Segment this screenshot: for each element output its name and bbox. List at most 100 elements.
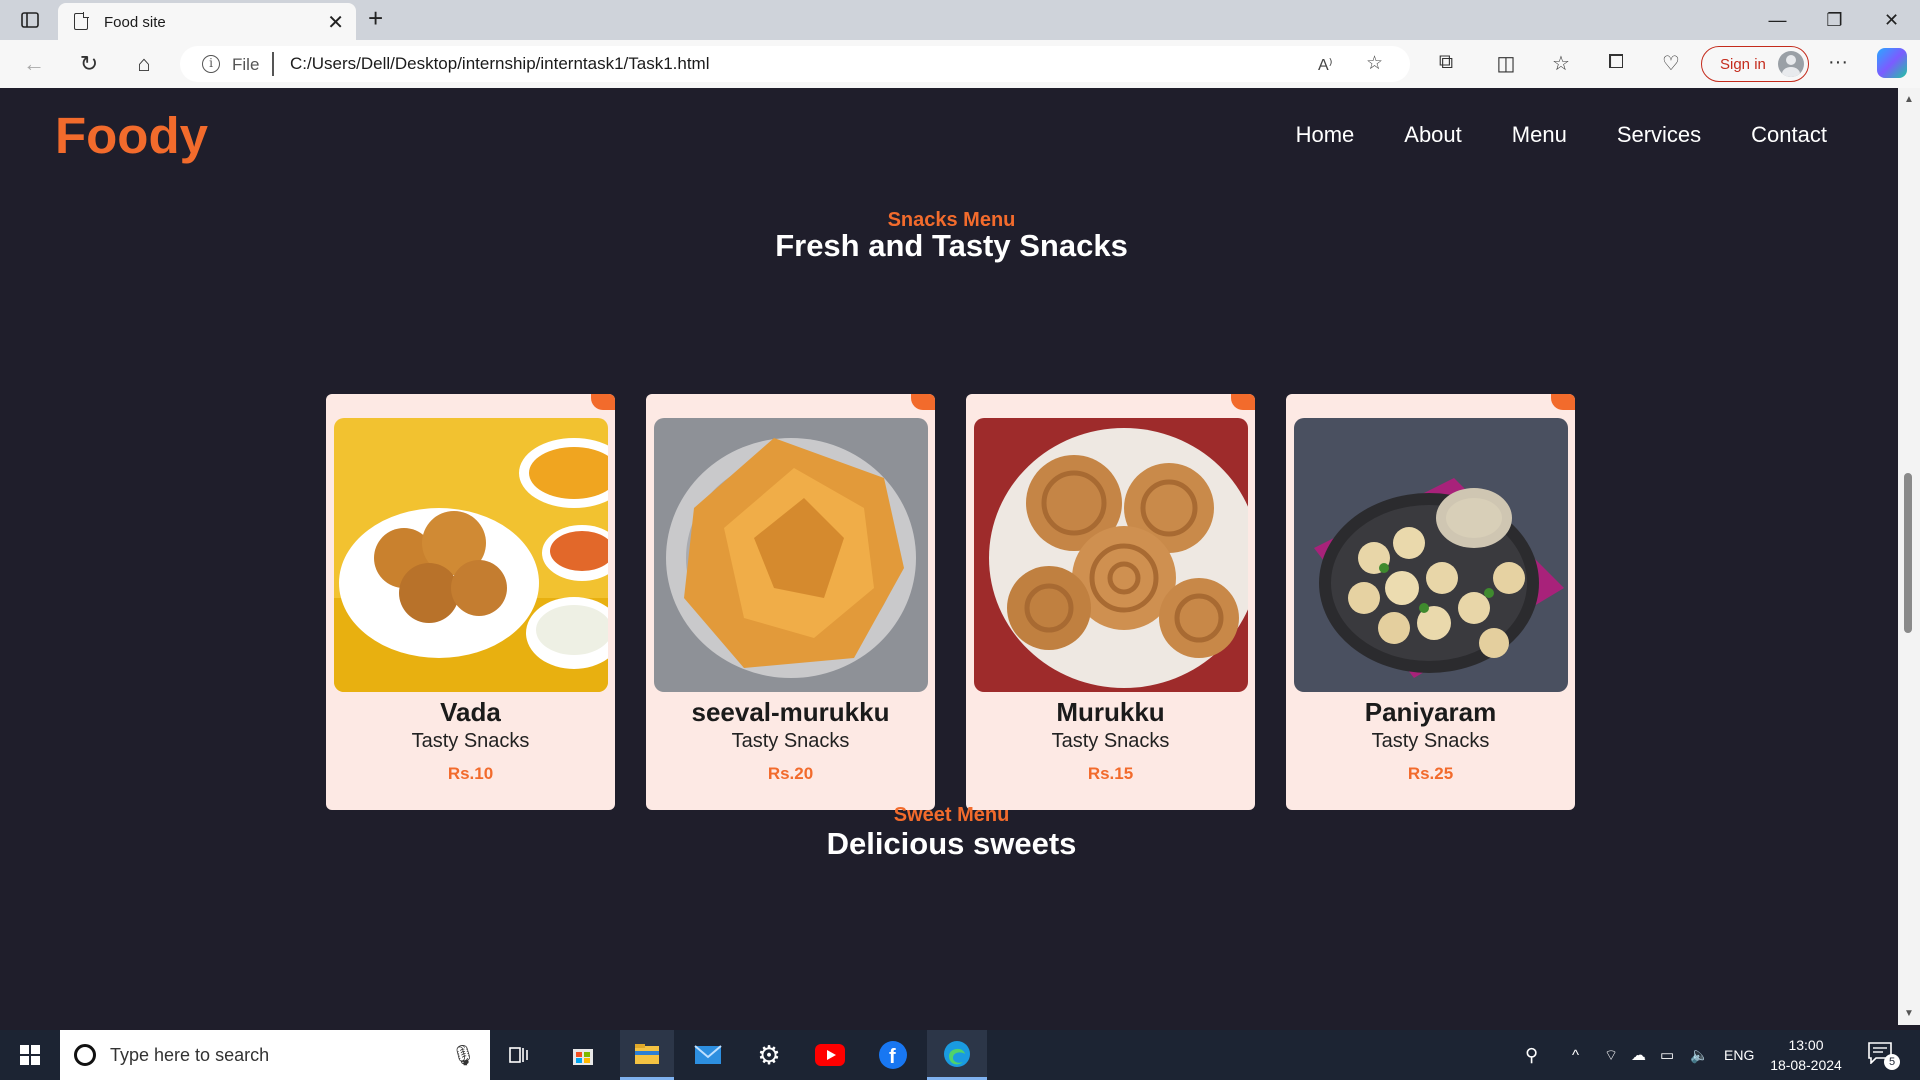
favorites-icon[interactable]: ☆ (1546, 51, 1576, 76)
windows-taskbar: Type here to search 🎙 ⚙ f ⚲ ^ ⌔ ☁ ▭ 🔈 EN… (0, 1030, 1920, 1080)
nav-services-link[interactable]: Services (1617, 122, 1701, 148)
paniyaram-image (1294, 418, 1568, 692)
sidebar-toggle-icon[interactable] (14, 8, 46, 32)
site-nav: Home About Menu Services Contact (1296, 122, 1827, 148)
snack-card[interactable]: Vada Tasty Snacks Rs.10 (326, 394, 615, 810)
snack-name: Vada (440, 697, 501, 727)
scroll-down-icon[interactable]: ▼ (1904, 1008, 1914, 1019)
site-header: Foody Home About Menu Services Contact (5, 88, 1898, 178)
address-separator (272, 52, 274, 76)
favorite-star-icon[interactable]: ☆ (1366, 52, 1383, 75)
snack-description: Tasty Snacks (731, 730, 850, 752)
clock-time: 13:00 (1788, 1037, 1824, 1053)
snack-description: Tasty Snacks (1051, 730, 1170, 752)
address-bar[interactable]: i File C:/Users/Dell/Desktop/internship/… (180, 46, 1410, 82)
youtube-icon[interactable] (803, 1030, 857, 1080)
sign-in-label: Sign in (1720, 56, 1766, 73)
taskbar-search-input[interactable]: Type here to search 🎙 (60, 1030, 490, 1080)
onedrive-icon[interactable]: ☁ (1631, 1030, 1646, 1080)
task-view-icon[interactable] (492, 1030, 546, 1080)
tab-title: Food site (104, 14, 166, 31)
close-window-icon[interactable]: ✕ (1863, 0, 1920, 40)
notification-count-badge: 5 (1884, 1054, 1900, 1070)
mail-icon[interactable] (681, 1030, 735, 1080)
taskbar-clock[interactable]: 13:00 18-08-2024 (1766, 1035, 1846, 1075)
microsoft-store-icon[interactable] (556, 1030, 610, 1080)
nav-contact-link[interactable]: Contact (1751, 122, 1827, 148)
cortana-icon (74, 1044, 96, 1066)
settings-gear-icon[interactable]: ⚙ (742, 1030, 796, 1080)
volume-icon[interactable]: 🔈 (1690, 1030, 1709, 1080)
collections-icon[interactable]: ⧠ (1601, 51, 1631, 74)
snacks-title: Fresh and Tasty Snacks (775, 228, 1128, 263)
card-corner-accent (591, 394, 615, 410)
nav-home-link[interactable]: Home (1296, 122, 1355, 148)
sweets-subtitle: Sweet Menu (893, 804, 1010, 826)
card-corner-accent (1231, 394, 1255, 410)
snack-description: Tasty Snacks (1371, 730, 1490, 752)
browser-tab[interactable]: Food site ✕ (58, 3, 356, 40)
back-icon[interactable]: ← (18, 50, 50, 78)
snack-description: Tasty Snacks (411, 730, 530, 752)
notification-center-icon[interactable]: 5 (1868, 1042, 1900, 1070)
file-explorer-icon[interactable] (620, 1030, 674, 1080)
snack-price: Rs.15 (1087, 764, 1134, 783)
people-icon[interactable]: ⚲ (1525, 1030, 1538, 1080)
taskbar-search-placeholder: Type here to search (110, 1045, 270, 1065)
restore-icon[interactable]: ❐ (1806, 0, 1863, 40)
murukku-image (974, 418, 1248, 692)
language-indicator[interactable]: ENG (1724, 1030, 1754, 1080)
snack-name: seeval-murukku (691, 697, 890, 727)
facebook-icon[interactable]: f (866, 1030, 920, 1080)
browser-essentials-icon[interactable]: ♡ (1656, 51, 1686, 76)
avatar-icon (1778, 51, 1804, 77)
snack-price: Rs.10 (447, 764, 494, 783)
sign-in-button[interactable]: Sign in (1701, 46, 1809, 82)
card-corner-accent (911, 394, 935, 410)
split-screen-icon[interactable]: ◫ (1491, 51, 1521, 76)
sweets-title: Delicious sweets (826, 826, 1077, 861)
scroll-up-icon[interactable]: ▲ (1904, 94, 1914, 105)
nav-menu-link[interactable]: Menu (1512, 122, 1567, 148)
window-controls: — ❐ ✕ (1749, 0, 1920, 40)
close-tab-icon[interactable]: ✕ (327, 10, 344, 35)
address-url[interactable]: C:/Users/Dell/Desktop/internship/internt… (290, 54, 710, 74)
minimize-icon[interactable]: — (1749, 0, 1806, 40)
new-tab-icon[interactable]: + (368, 3, 383, 34)
refresh-icon[interactable]: ↻ (73, 50, 105, 78)
extensions-icon[interactable]: ⧉ (1431, 51, 1461, 74)
nav-about-link[interactable]: About (1404, 122, 1462, 148)
snack-name: Paniyaram (1364, 697, 1497, 727)
vada-image (334, 418, 608, 692)
wifi-icon[interactable]: ⌔ (1604, 1030, 1618, 1080)
address-scheme: File (232, 55, 260, 74)
page-scrollbar[interactable]: ▲ ▼ (1898, 88, 1920, 1025)
page-viewport: Foody Home About Menu Services Contact S… (5, 88, 1898, 1025)
snacks-card-list: Vada Tasty Snacks Rs.10 seeval-murukku T… (326, 394, 1575, 810)
home-icon[interactable]: ⌂ (128, 50, 160, 78)
snack-name: Murukku (1056, 697, 1165, 727)
svg-text:f: f (889, 1046, 896, 1068)
copilot-icon[interactable] (1877, 48, 1907, 78)
edge-browser-icon[interactable] (927, 1030, 987, 1080)
browser-toolbar: ← ↻ ⌂ i File C:/Users/Dell/Desktop/inter… (0, 40, 1920, 88)
more-options-icon[interactable]: ··· (1823, 51, 1853, 74)
microphone-icon[interactable]: 🎙 (451, 1043, 476, 1068)
document-icon (74, 12, 89, 30)
snack-price: Rs.25 (1407, 764, 1454, 783)
read-aloud-icon[interactable]: A⁾ (1318, 55, 1333, 75)
snack-price: Rs.20 (767, 764, 814, 783)
scroll-thumb[interactable] (1904, 473, 1912, 633)
snack-card[interactable]: seeval-murukku Tasty Snacks Rs.20 (646, 394, 935, 810)
show-hidden-icons[interactable]: ^ (1572, 1030, 1579, 1080)
site-info-icon[interactable]: i (202, 55, 220, 73)
card-corner-accent (1551, 394, 1575, 410)
battery-icon[interactable]: ▭ (1660, 1030, 1674, 1080)
seeval-murukku-image (654, 418, 928, 692)
windows-start-icon[interactable] (0, 1030, 60, 1080)
snack-card[interactable]: Murukku Tasty Snacks Rs.15 (966, 394, 1255, 810)
browser-tab-bar: Food site ✕ + — ❐ ✕ (0, 0, 1920, 40)
site-logo[interactable]: Foody (55, 106, 208, 165)
snack-card[interactable]: Paniyaram Tasty Snacks Rs.25 (1286, 394, 1575, 810)
clock-date: 18-08-2024 (1770, 1057, 1842, 1073)
